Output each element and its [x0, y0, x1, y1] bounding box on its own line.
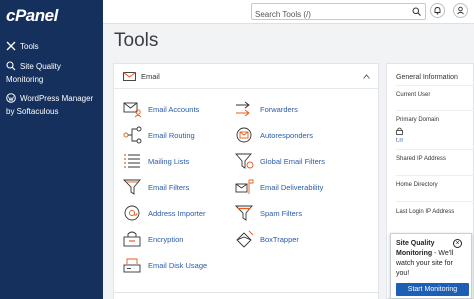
general-info-title: General Information — [396, 74, 458, 81]
tools-icon — [6, 41, 16, 51]
tool-label: Email Deliverability — [260, 183, 324, 192]
page-title: Tools — [114, 30, 159, 51]
current-user-label: Current User — [396, 92, 431, 98]
user-menu-button[interactable] — [453, 3, 468, 18]
disk-usage-icon — [123, 258, 141, 273]
divider — [396, 201, 474, 202]
sidebar-item-site-quality[interactable]: Site Quality Monitoring — [6, 60, 100, 86]
lock-icon — [396, 127, 403, 135]
email-panel-title: Email — [141, 72, 160, 81]
last-login-ip-label: Last Login IP Address — [396, 209, 455, 215]
start-monitoring-button[interactable]: Start Monitoring — [396, 283, 469, 296]
tool-label: Mailing Lists — [148, 157, 190, 166]
tool-label: Spam Filters — [260, 209, 303, 218]
tool-label: Encryption — [148, 235, 184, 244]
close-icon[interactable]: × — [453, 239, 462, 248]
divider — [396, 149, 474, 150]
divider — [396, 110, 474, 111]
wordpress-icon — [6, 93, 16, 103]
site-quality-icon — [6, 61, 16, 71]
global-filter-icon — [235, 153, 254, 169]
tool-label: Email Filters — [148, 183, 190, 192]
sidebar-item-label: WordPress Manager by Softaculous — [6, 94, 94, 116]
email-panel-header[interactable]: Email — [114, 64, 378, 89]
sidebar-item-wordpress[interactable]: WordPress Manager by Softaculous — [6, 92, 100, 118]
chevron-up-icon[interactable] — [363, 74, 370, 79]
notifications-button[interactable] — [430, 3, 445, 18]
tool-label: Email Disk Usage — [148, 261, 208, 270]
tool-label: Address Importer — [148, 209, 206, 218]
divider — [396, 85, 474, 86]
primary-domain-link[interactable]: t.rr — [396, 138, 403, 144]
email-filter-icon — [123, 179, 141, 195]
encryption-icon — [123, 231, 141, 247]
search-box[interactable] — [251, 3, 426, 22]
popup-title: Site Quality Monitoring — [396, 240, 435, 257]
search-input[interactable] — [252, 7, 402, 22]
autoresponders-icon — [236, 127, 252, 143]
envelope-icon — [123, 72, 136, 81]
shared-ip-label: Shared IP Address — [396, 156, 446, 162]
user-icon — [457, 6, 464, 15]
sidebar-item-label: Tools — [20, 42, 39, 51]
divider — [396, 175, 474, 176]
address-importer-icon — [124, 205, 140, 221]
forwarders-icon — [236, 101, 250, 117]
tool-label: BoxTrapper — [260, 235, 299, 244]
bell-icon — [434, 7, 441, 15]
tool-label: Global Email Filters — [260, 157, 326, 166]
popup-message: Site Quality Monitoring - We'll watch yo… — [396, 239, 460, 279]
email-panel: Email Email Accounts Forwarders Email Ro… — [113, 63, 379, 299]
email-routing-icon — [123, 126, 142, 144]
tool-label: Email Accounts — [148, 105, 200, 114]
tool-label: Forwarders — [260, 105, 298, 114]
sidebar: cPanel Tools Site Quality Monitoring Wor… — [0, 0, 103, 299]
mailing-lists-icon — [124, 154, 140, 168]
tool-label: Email Routing — [148, 131, 195, 140]
cpanel-logo[interactable]: cPanel — [6, 6, 58, 26]
email-accounts-icon — [123, 102, 142, 118]
home-directory-label: Home Directory — [396, 182, 438, 188]
boxtrapper-icon — [236, 230, 254, 248]
next-panel — [113, 292, 379, 299]
site-quality-popup: Site Quality Monitoring - We'll watch yo… — [390, 233, 472, 299]
deliverability-icon — [235, 179, 254, 194]
search-icon[interactable] — [412, 7, 421, 16]
top-header — [103, 0, 474, 24]
sidebar-item-tools[interactable]: Tools — [6, 40, 39, 53]
primary-domain-label: Primary Domain — [396, 117, 440, 123]
tool-label: Autoresponders — [260, 131, 313, 140]
spam-filter-icon — [235, 205, 253, 221]
